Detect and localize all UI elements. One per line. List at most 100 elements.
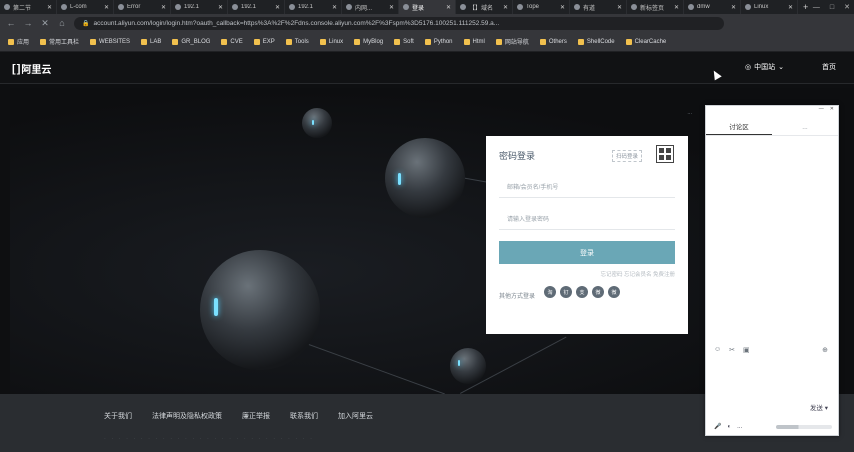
browser-tab[interactable]: 内网... ✕ xyxy=(342,0,399,14)
home-icon[interactable]: ⌂ xyxy=(57,18,67,28)
new-tab-button[interactable]: + xyxy=(798,2,813,12)
login-title: 密码登录 xyxy=(499,151,536,161)
volume-slider[interactable] xyxy=(776,425,832,429)
close-tab-icon[interactable]: ✕ xyxy=(161,4,166,11)
bookmark-item[interactable]: Html xyxy=(463,38,485,45)
close-tab-icon[interactable]: ✕ xyxy=(503,4,508,11)
footer-link[interactable]: 关于我们 xyxy=(104,411,132,421)
tab-discussion[interactable]: 讨论区 xyxy=(706,120,772,135)
stop-icon[interactable]: ✕ xyxy=(40,18,50,29)
close-tab-icon[interactable]: ✕ xyxy=(446,4,451,11)
decorative-orb xyxy=(302,108,332,138)
browser-tab[interactable]: 【】域名 ✕ xyxy=(456,0,513,14)
browser-tab[interactable]: Linux ✕ xyxy=(741,0,798,14)
login-button[interactable]: 登录 xyxy=(499,241,675,264)
tab-secondary[interactable]: ... xyxy=(772,120,838,135)
bookmark-item[interactable]: EXP xyxy=(253,38,275,45)
bookmark-item[interactable]: WEBSITES xyxy=(90,38,130,45)
emoji-icon[interactable]: ☺ xyxy=(714,346,721,354)
browser-tab[interactable]: Error ✕ xyxy=(114,0,171,14)
home-link[interactable]: 首页 xyxy=(822,62,836,72)
minimize-icon[interactable]: — xyxy=(819,106,824,114)
close-tab-icon[interactable]: ✕ xyxy=(218,4,223,11)
bookmark-item[interactable]: Linux xyxy=(319,38,343,45)
bookmark-item[interactable]: Soft xyxy=(394,38,414,45)
browser-tab[interactable]: 192.1 ✕ xyxy=(285,0,342,14)
username-field[interactable]: 邮箱/会员名/手机号 xyxy=(499,178,675,198)
close-tab-icon[interactable]: ✕ xyxy=(560,4,565,11)
browser-tab-active[interactable]: 登录 ✕ xyxy=(399,0,456,14)
footer-link[interactable]: 廉正举报 xyxy=(242,411,270,421)
send-button[interactable]: 发送 ▾ xyxy=(810,402,828,412)
taobao-login-icon[interactable]: 淘 xyxy=(544,286,556,298)
browser-tab[interactable]: 新标签页 ✕ xyxy=(627,0,684,14)
browser-tab[interactable]: 192.1 ✕ xyxy=(171,0,228,14)
language-selector[interactable]: ◎ 中国站 ⌄ xyxy=(745,62,784,72)
close-tab-icon[interactable]: ✕ xyxy=(275,4,280,11)
url-input[interactable]: 🔒 account.aliyun.com/login/login.htm?oau… xyxy=(74,16,724,30)
add-icon[interactable]: ⊕ xyxy=(822,346,828,354)
close-tab-icon[interactable]: ✕ xyxy=(617,4,622,11)
footer-link[interactable]: 加入阿里云 xyxy=(338,411,373,421)
footer-link[interactable]: 法律声明及隐私权政策 xyxy=(152,411,222,421)
panel-bottom-bar: 🎤 ◐ ... xyxy=(714,423,743,431)
alipay-login-icon[interactable]: 支 xyxy=(576,286,588,298)
folder-icon xyxy=(577,38,584,45)
hero-caption: ... xyxy=(687,110,692,116)
bookmark-item[interactable]: 网站导航 xyxy=(495,37,529,46)
bookmark-item[interactable]: 常用工具栏 xyxy=(40,37,79,46)
close-tab-icon[interactable]: ✕ xyxy=(332,4,337,11)
folder-icon xyxy=(394,38,401,45)
favicon-icon xyxy=(289,4,295,10)
close-tab-icon[interactable]: ✕ xyxy=(731,4,736,11)
close-icon[interactable]: ✕ xyxy=(830,106,834,114)
browser-tab[interactable]: 192.1 ✕ xyxy=(228,0,285,14)
image-icon[interactable]: ▣ xyxy=(743,346,750,354)
folder-icon xyxy=(141,38,148,45)
favicon-icon xyxy=(175,4,181,10)
qr-code-icon[interactable] xyxy=(656,145,674,163)
close-tab-icon[interactable]: ✕ xyxy=(389,4,394,11)
bookmark-item[interactable]: Others xyxy=(539,38,567,45)
dingtalk-login-icon[interactable]: 钉 xyxy=(560,286,572,298)
maximize-button[interactable]: □ xyxy=(830,4,834,11)
folder-icon xyxy=(495,38,502,45)
bookmark-item[interactable]: Python xyxy=(424,38,453,45)
bookmark-item[interactable]: GR_BLOG xyxy=(172,38,210,45)
microphone-icon[interactable]: 🎤 xyxy=(714,423,721,430)
weibo-login-icon[interactable]: 微 xyxy=(592,286,604,298)
close-tab-icon[interactable]: ✕ xyxy=(788,4,793,11)
bookmark-item[interactable]: ClearCache xyxy=(625,38,666,45)
bookmark-item[interactable]: CVE xyxy=(221,38,243,45)
qr-login-hint[interactable]: 扫码登录 xyxy=(612,150,643,162)
bookmark-item[interactable]: MyBlog xyxy=(354,38,383,45)
browser-tab[interactable]: 第二节 ✕ xyxy=(0,0,57,14)
browser-tab[interactable]: dmw ✕ xyxy=(684,0,741,14)
forward-icon[interactable]: → xyxy=(23,18,33,28)
bookmark-item[interactable]: LAB xyxy=(141,38,161,45)
password-field[interactable]: 请输入登录密码 xyxy=(499,210,675,230)
panel-bottom-text: ... xyxy=(737,423,743,430)
close-tab-icon[interactable]: ✕ xyxy=(47,4,52,11)
browser-tab[interactable]: Tope ✕ xyxy=(513,0,570,14)
bookmark-item[interactable]: ShellCode xyxy=(577,38,615,45)
favicon-icon xyxy=(688,4,694,10)
wechat-login-icon[interactable]: 微 xyxy=(608,286,620,298)
chevron-down-icon: ⌄ xyxy=(778,64,784,71)
speaker-icon[interactable]: ◐ xyxy=(727,424,731,430)
bookmark-item[interactable]: 应用 xyxy=(8,37,29,46)
minimize-button[interactable]: — xyxy=(813,4,820,11)
back-icon[interactable]: ← xyxy=(6,18,16,28)
close-tab-icon[interactable]: ✕ xyxy=(104,4,109,11)
login-help-links[interactable]: 忘记密码 忘记会员名 免费注册 xyxy=(600,270,675,278)
browser-tab[interactable]: 有道 ✕ xyxy=(570,0,627,14)
folder-icon xyxy=(285,38,292,45)
scissors-icon[interactable]: ✂ xyxy=(729,346,735,354)
close-window-button[interactable]: ✕ xyxy=(844,3,850,11)
bookmark-item[interactable]: Tools xyxy=(285,38,309,45)
favicon-icon xyxy=(631,4,637,10)
close-tab-icon[interactable]: ✕ xyxy=(674,4,679,11)
aliyun-logo[interactable]: [ ] 阿里云 xyxy=(12,61,51,77)
browser-tab[interactable]: L-com ✕ xyxy=(57,0,114,14)
footer-link[interactable]: 联系我们 xyxy=(290,411,318,421)
